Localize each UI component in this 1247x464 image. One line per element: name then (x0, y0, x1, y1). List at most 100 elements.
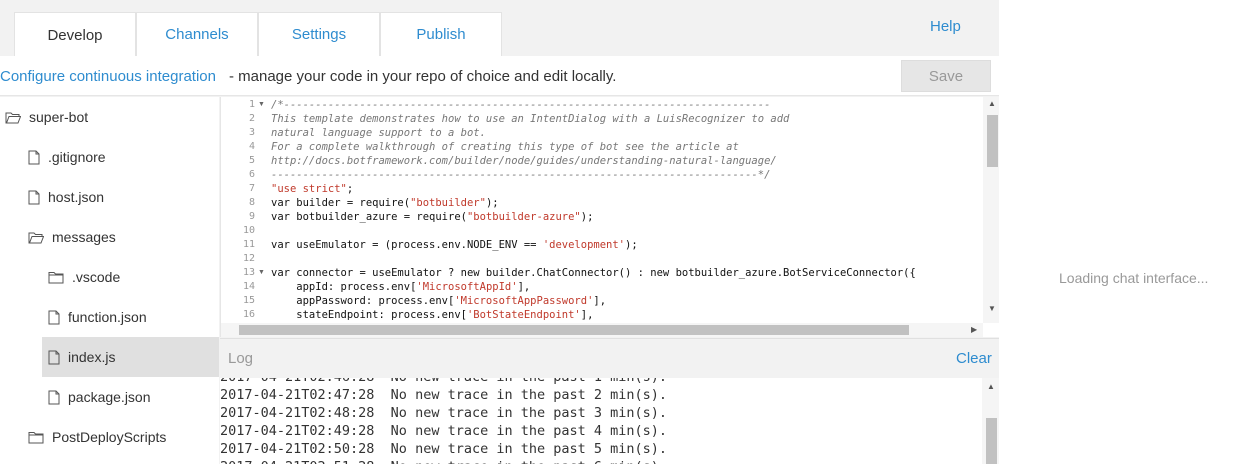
log-scroll-thumb[interactable] (986, 418, 997, 464)
line-number: 1 (248, 99, 255, 110)
log-line: 2017-04-21T02:51:28 No new trace in the … (220, 458, 667, 464)
tab-publish[interactable]: Publish (380, 12, 502, 56)
line-number: 15 (242, 295, 255, 306)
editor-horizontal-scrollbar[interactable]: ▶ (221, 323, 983, 337)
string-literal: "botbuilder-azure" (466, 211, 581, 223)
editor-horizontal-scroll-thumb[interactable] (239, 325, 909, 335)
editor-vertical-scroll-thumb[interactable] (987, 115, 998, 167)
file-tree: super-bot .gitignore host.json messages .vsc… (0, 97, 219, 464)
ci-description: - manage your code in your repo of choic… (229, 68, 617, 85)
line-number: 5 (248, 155, 255, 166)
configure-ci-link[interactable]: Configure continuous integration (0, 68, 216, 85)
fold-arrow-icon[interactable]: ▼ (258, 266, 265, 280)
line-number: 7 (248, 183, 255, 194)
log-line: 2017-04-21T02:48:28 No new trace in the … (220, 405, 668, 421)
scroll-down-arrow-icon[interactable]: ▼ (988, 304, 996, 313)
tree-item[interactable]: PostDeployScripts (0, 417, 219, 457)
code-line: ----------------------------------------… (271, 169, 771, 181)
tree-item-label: messages (52, 229, 116, 245)
line-number: 9 (248, 211, 255, 222)
string-literal: "botbuilder" (410, 197, 486, 209)
scroll-right-arrow-icon[interactable]: ▶ (971, 325, 977, 334)
code-line: var botbuilder_azure = require("botbuild… (271, 211, 594, 223)
folder-icon (28, 431, 52, 444)
tree-item-label: .vscode (72, 269, 121, 285)
log-line: 2017-04-21T02:46:28 No new trace in the … (220, 378, 667, 386)
file-icon (28, 190, 48, 205)
tree-item[interactable]: host.json (0, 177, 219, 217)
folder-icon (48, 271, 72, 284)
string-literal: 'MicrosoftAppId' (416, 281, 518, 293)
string-literal: 'development' (542, 239, 626, 251)
file-icon (48, 310, 68, 325)
line-number: 8 (248, 197, 255, 208)
tree-item-label: super-bot (29, 109, 89, 125)
log-line: 2017-04-21T02:50:28 No new trace in the … (220, 441, 668, 457)
line-number-gutter: 1▼2345678910111213▼14151617 (221, 97, 267, 323)
tree-item[interactable]: package.json (0, 377, 219, 417)
code-line: stateEndpoint: process.env['BotStateEndp… (271, 309, 594, 321)
clear-log-link[interactable]: Clear (956, 350, 992, 367)
line-number: 10 (242, 225, 255, 236)
folder-open-icon (28, 231, 52, 244)
log-header: Log Clear (220, 338, 999, 378)
tab-bar: Develop Channels Settings Publish Help (0, 0, 999, 57)
tree-item[interactable]: .vscode (0, 257, 219, 297)
code-line: For a complete walkthrough of creating t… (271, 141, 739, 153)
tree-item-label: PostDeployScripts (52, 429, 167, 445)
line-number: 3 (248, 127, 255, 138)
file-icon (28, 150, 48, 165)
tree-item[interactable]: function.json (0, 297, 219, 337)
line-number: 14 (242, 281, 255, 292)
line-number: 16 (242, 309, 255, 320)
code-line: /*--------------------------------------… (271, 99, 771, 111)
file-icon (48, 390, 68, 405)
chat-pane: Loading chat interface... (999, 0, 1247, 464)
string-literal: 'BotStateEndpoint' (466, 309, 581, 321)
editor-vertical-scrollbar[interactable]: ▲ ▼ (983, 97, 1000, 323)
tree-item[interactable]: super-bot (0, 97, 219, 137)
string-literal: "use strict" (271, 183, 347, 195)
code-editor[interactable]: 1▼2345678910111213▼14151617 /*----------… (220, 97, 1000, 337)
code-content[interactable]: /*--------------------------------------… (271, 97, 983, 323)
log-output[interactable]: 2017-04-21T02:46:28 No new trace in the … (220, 378, 999, 464)
scroll-up-arrow-icon[interactable]: ▲ (988, 99, 996, 108)
code-line: http://docs.botframework.com/builder/nod… (271, 155, 777, 167)
log-line: 2017-04-21T02:49:28 No new trace in the … (220, 423, 668, 439)
ci-banner: Configure continuous integration - manag… (0, 56, 999, 96)
code-line: var builder = require("botbuilder"); (271, 197, 499, 209)
line-number: 12 (242, 253, 255, 264)
code-line: var connector = useEmulator ? new builde… (271, 267, 916, 279)
line-number: 11 (242, 239, 255, 250)
code-line: "use strict"; (271, 183, 354, 195)
line-number: 2 (248, 113, 255, 124)
line-number: 6 (248, 169, 255, 180)
tree-item-label: package.json (68, 389, 151, 405)
code-line: This template demonstrates how to use an… (271, 113, 790, 125)
tree-item-label: function.json (68, 309, 147, 325)
save-button[interactable]: Save (901, 60, 991, 92)
fold-arrow-icon[interactable]: ▼ (258, 98, 265, 112)
code-line: var useEmulator = (process.env.NODE_ENV … (271, 239, 638, 251)
chat-loading-text: Loading chat interface... (1059, 270, 1209, 286)
bot-editor-pane: Develop Channels Settings Publish Help C… (0, 0, 1000, 464)
tab-develop[interactable]: Develop (14, 12, 136, 57)
tab-settings[interactable]: Settings (258, 12, 380, 56)
line-number: 13 (242, 267, 255, 278)
folder-open-icon (5, 111, 29, 124)
log-vertical-scrollbar[interactable]: ▲ (982, 378, 999, 464)
tree-item-label: index.js (68, 349, 116, 365)
scroll-up-arrow-icon[interactable]: ▲ (987, 382, 995, 391)
code-line: natural language support to a bot. (271, 127, 486, 139)
tree-item[interactable]: index.js (42, 337, 219, 377)
log-title: Log (228, 350, 254, 367)
tree-item[interactable]: messages (0, 217, 219, 257)
code-line: appPassword: process.env['MicrosoftAppPa… (271, 295, 607, 307)
tree-item-label: host.json (48, 189, 105, 205)
tree-item-label: .gitignore (48, 149, 106, 165)
code-line: appId: process.env['MicrosoftAppId'], (271, 281, 531, 293)
tab-channels[interactable]: Channels (136, 12, 258, 56)
string-literal: 'MicrosoftAppPassword' (454, 295, 594, 307)
tree-item[interactable]: .gitignore (0, 137, 219, 177)
help-link[interactable]: Help (930, 18, 961, 35)
